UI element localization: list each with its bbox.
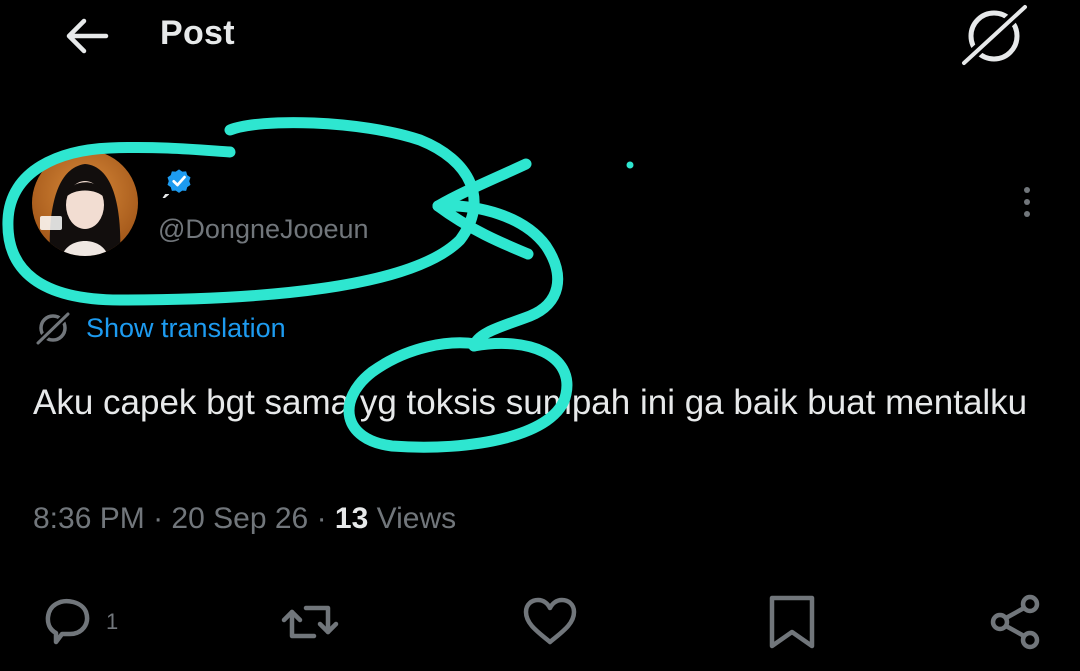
more-options-button[interactable] <box>1010 180 1044 224</box>
back-button[interactable] <box>58 12 114 60</box>
views-label: Views <box>376 502 457 535</box>
user-handle[interactable]: @DongneJooeun <box>158 214 369 245</box>
grok-icon <box>958 2 1032 68</box>
share-button[interactable] <box>986 590 1046 654</box>
post-meta: 8:36 PM · 20 Sep 26 · 13 Views <box>33 502 456 536</box>
like-icon <box>523 597 577 645</box>
arrow-left-icon <box>66 18 109 54</box>
post-action-bar: 1 <box>0 590 1080 654</box>
verified-badge-icon <box>167 169 191 193</box>
avatar[interactable] <box>32 150 138 256</box>
show-translation-label: Show translation <box>86 312 286 343</box>
page-title: Post <box>160 14 235 52</box>
meta-separator: · <box>153 502 164 535</box>
show-translation-link[interactable]: Show translation <box>34 308 286 348</box>
share-icon <box>990 594 1040 650</box>
views-link[interactable]: 13 Views <box>335 502 456 535</box>
post-date: 20 Sep 26 <box>171 502 309 535</box>
repost-button[interactable] <box>280 590 340 654</box>
views-count: 13 <box>334 502 369 535</box>
more-dot <box>1024 199 1030 205</box>
reply-button[interactable]: 1 <box>38 590 118 654</box>
bookmark-icon <box>769 595 815 649</box>
like-button[interactable] <box>520 590 580 654</box>
avatar-image <box>32 150 138 256</box>
grok-button[interactable] <box>958 2 1034 68</box>
repost-icon <box>281 605 339 639</box>
more-dot <box>1024 211 1030 217</box>
meta-separator: · <box>316 502 327 535</box>
top-app-bar: Post <box>0 0 1080 110</box>
post-time: 8:36 PM <box>33 502 145 535</box>
reply-icon <box>45 599 90 645</box>
translate-icon <box>34 309 72 347</box>
more-dot <box>1024 187 1030 193</box>
post-text: Aku capek bgt sama yg toksis sumpah ini … <box>33 383 1028 422</box>
bookmark-button[interactable] <box>762 590 822 654</box>
reply-count: 1 <box>106 609 119 634</box>
